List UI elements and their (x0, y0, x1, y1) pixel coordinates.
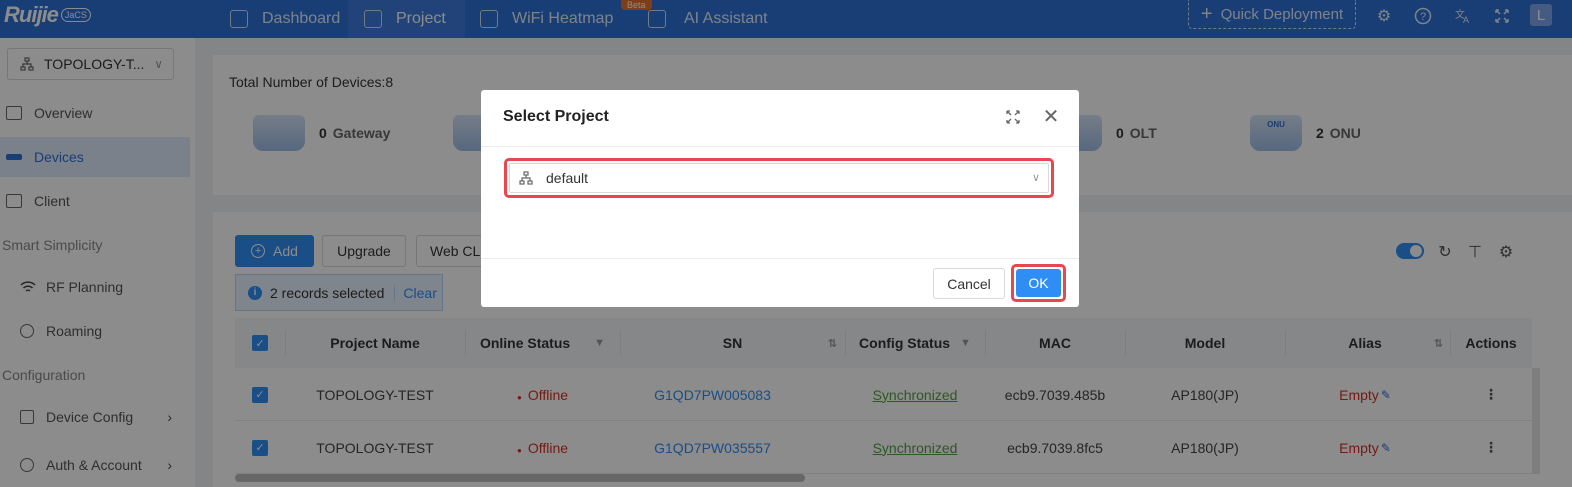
select-project-modal: Select Project ✕ default ∨ Cancel OK (481, 90, 1079, 307)
topology-icon (518, 170, 534, 186)
chevron-down-icon[interactable]: ∨ (1029, 170, 1043, 184)
modal-divider (481, 146, 1079, 147)
project-dropdown[interactable]: default (509, 163, 1049, 193)
modal-divider (481, 258, 1079, 259)
cancel-button[interactable]: Cancel (933, 268, 1005, 299)
close-icon[interactable]: ✕ (1041, 106, 1061, 128)
expand-icon[interactable] (1004, 108, 1022, 126)
modal-title: Select Project (503, 108, 609, 125)
project-dropdown-value: default (546, 170, 589, 186)
ok-button[interactable]: OK (1016, 269, 1061, 297)
